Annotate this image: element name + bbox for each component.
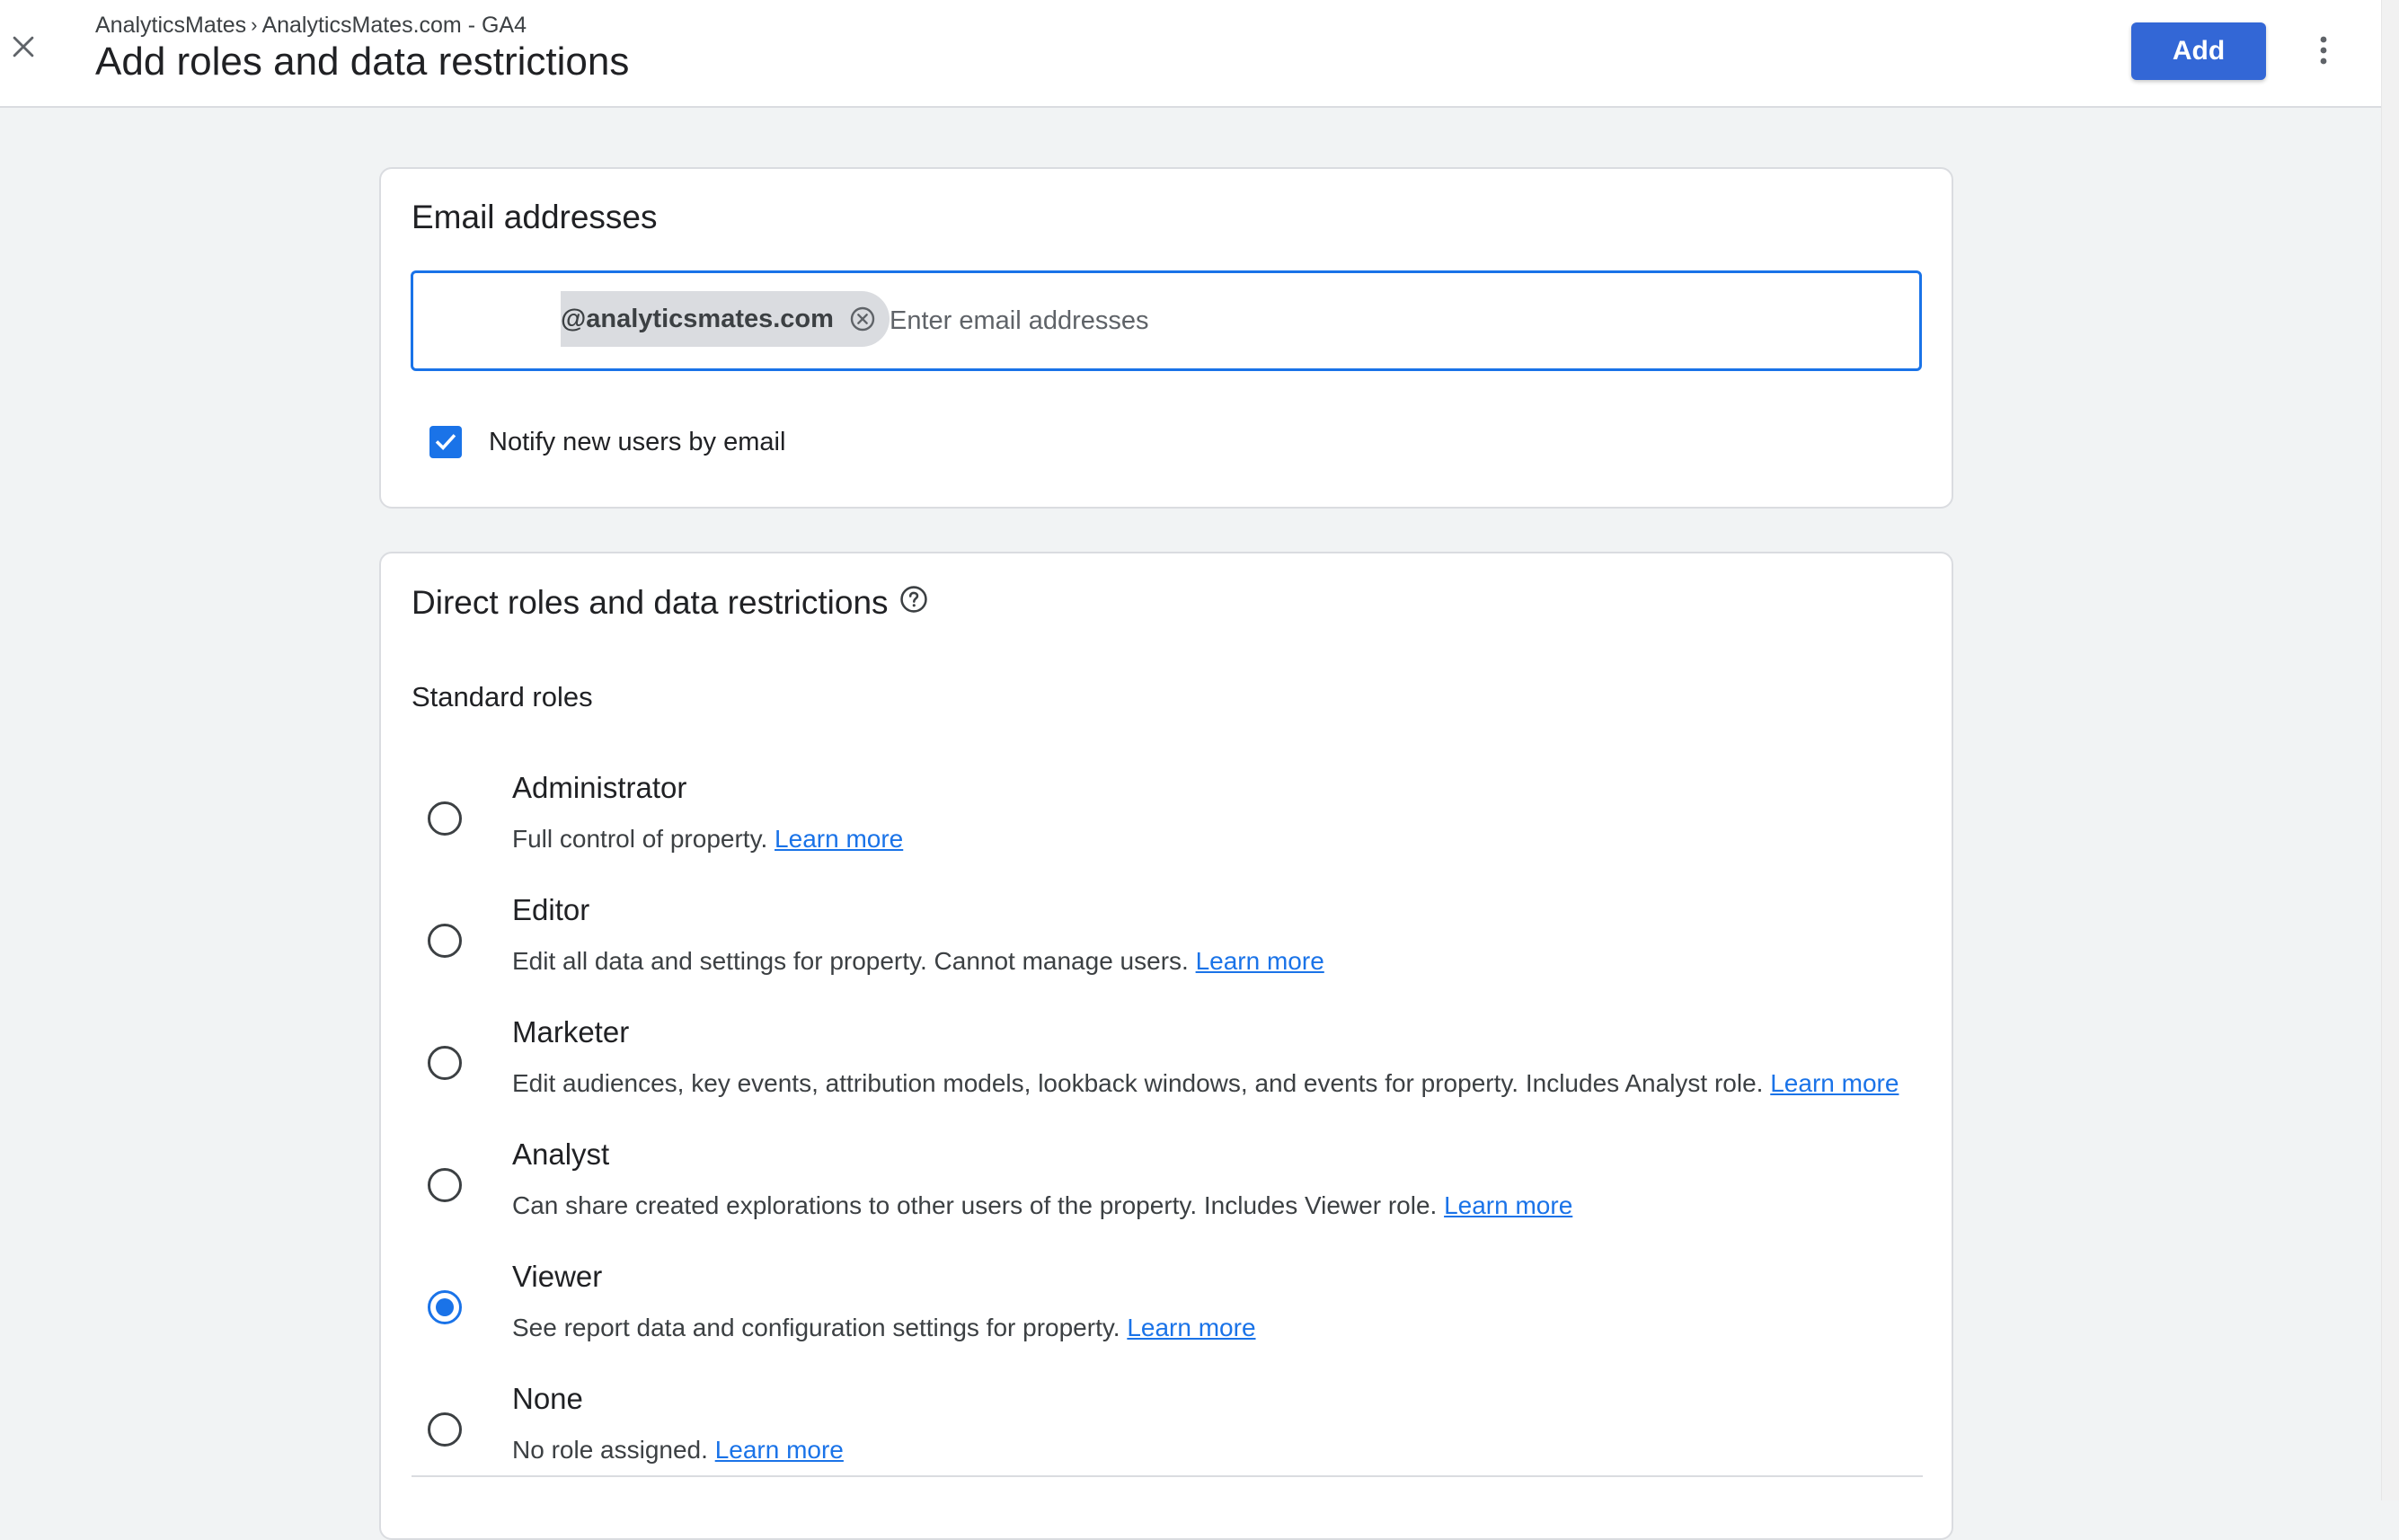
chip-remove-button[interactable] (848, 305, 877, 333)
role-description: No role assigned. Learn more (512, 1436, 844, 1464)
page-scrollbar[interactable] (2381, 0, 2399, 1500)
role-description: Edit all data and settings for property.… (512, 947, 1324, 975)
check-icon (435, 434, 456, 450)
cancel-circle-icon (850, 306, 875, 332)
radio-viewer[interactable] (428, 1290, 462, 1324)
radio-administrator[interactable] (428, 801, 462, 836)
page-title: Add roles and data restrictions (95, 40, 630, 84)
notify-checkbox[interactable] (429, 426, 462, 458)
role-name: Administrator (512, 771, 687, 804)
role-description: Edit audiences, key events, attribution … (512, 1069, 1899, 1097)
roles-card: Direct roles and data restrictions Stand… (379, 552, 1953, 1540)
breadcrumb-account[interactable]: AnalyticsMates (95, 13, 246, 38)
radio-none[interactable] (428, 1412, 462, 1447)
email-input[interactable] (890, 298, 1878, 343)
learn-more-link[interactable]: Learn more (1770, 1069, 1899, 1097)
role-option-none[interactable]: None No role assigned. Learn more (381, 1382, 1908, 1513)
top-app-bar: AnalyticsMates › AnalyticsMates.com - GA4 … (0, 0, 2381, 108)
role-name: Analyst (512, 1137, 610, 1171)
radio-editor[interactable] (428, 924, 462, 958)
more-options-button[interactable] (2306, 29, 2341, 72)
breadcrumb: AnalyticsMates › AnalyticsMates.com - GA4 (95, 13, 527, 39)
help-icon (900, 586, 927, 613)
role-option-viewer[interactable]: Viewer See report data and configuration… (381, 1260, 1908, 1391)
role-description: Can share created explorations to other … (512, 1191, 1573, 1219)
learn-more-link[interactable]: Learn more (1444, 1191, 1572, 1219)
learn-more-link[interactable]: Learn more (1127, 1314, 1255, 1341)
learn-more-link[interactable]: Learn more (775, 825, 903, 853)
close-icon (13, 36, 34, 58)
email-section-heading: Email addresses (412, 199, 658, 235)
role-description: Full control of property. Learn more (512, 825, 904, 853)
add-button[interactable]: Add (2131, 22, 2266, 80)
role-option-administrator[interactable]: Administrator Full control of property. … (381, 771, 1908, 902)
role-description: See report data and configuration settin… (512, 1314, 1256, 1341)
role-name: Editor (512, 893, 590, 926)
email-chip-label: @analyticsmates.com (561, 304, 834, 333)
radio-selected-dot (436, 1298, 454, 1316)
role-option-marketer[interactable]: Marketer Edit audiences, key events, att… (381, 1015, 1908, 1146)
email-chip[interactable]: @analyticsmates.com (561, 291, 890, 347)
notify-checkbox-label: Notify new users by email (489, 427, 786, 456)
close-button[interactable] (4, 27, 43, 66)
more-vert-icon (2320, 36, 2327, 65)
learn-more-link[interactable]: Learn more (1196, 947, 1324, 975)
radio-analyst[interactable] (428, 1168, 462, 1202)
role-option-editor[interactable]: Editor Edit all data and settings for pr… (381, 893, 1908, 1024)
breadcrumb-property[interactable]: AnalyticsMates.com - GA4 (261, 13, 527, 38)
section-divider (412, 1475, 1923, 1477)
help-button[interactable] (897, 582, 931, 616)
email-field[interactable]: @analyticsmates.com (411, 270, 1922, 371)
notify-checkbox-row[interactable]: Notify new users by email (429, 426, 785, 458)
role-option-analyst[interactable]: Analyst Can share created explorations t… (381, 1137, 1908, 1269)
role-name: Viewer (512, 1260, 603, 1293)
standard-roles-heading: Standard roles (412, 681, 593, 712)
roles-section-heading: Direct roles and data restrictions (412, 584, 889, 621)
email-addresses-card: Email addresses @analyticsmates.com Noti… (379, 167, 1953, 509)
learn-more-link[interactable]: Learn more (715, 1436, 844, 1464)
role-name: None (512, 1382, 583, 1415)
radio-marketer[interactable] (428, 1046, 462, 1080)
breadcrumb-separator: › (251, 13, 258, 36)
role-name: Marketer (512, 1015, 630, 1049)
